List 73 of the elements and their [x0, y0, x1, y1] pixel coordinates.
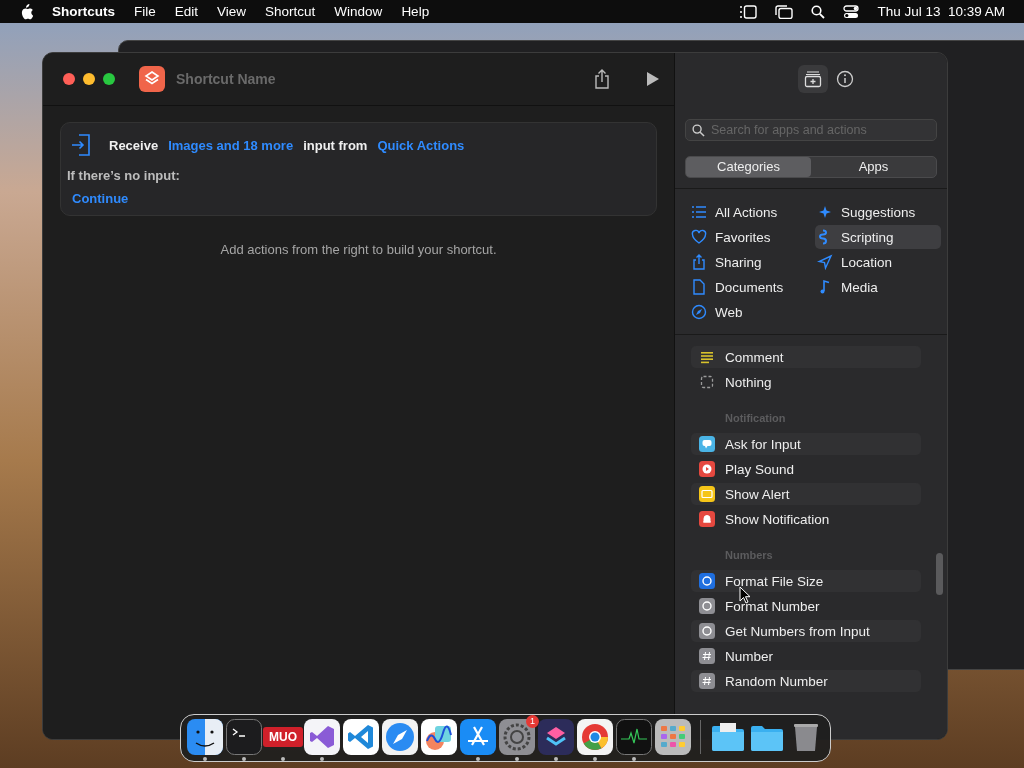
browser-icon[interactable] — [577, 719, 613, 755]
action-item[interactable]: Ask for Input — [691, 433, 921, 455]
receive-label: Receive — [109, 137, 159, 153]
minimize-button[interactable] — [83, 73, 95, 85]
infinity-logo-icon[interactable] — [304, 719, 340, 755]
play-icon[interactable] — [646, 71, 660, 87]
menu-item[interactable]: Window — [334, 4, 383, 19]
clock[interactable]: Thu Jul 13 10:39 AM — [877, 4, 1005, 19]
category-item[interactable]: Scripting — [815, 225, 941, 249]
action-item[interactable]: Nothing — [691, 371, 921, 393]
category-item[interactable]: Suggestions — [815, 200, 941, 224]
action-item[interactable]: Number — [691, 645, 921, 667]
control-center-icon[interactable] — [843, 4, 860, 19]
logo-text: MUO — [269, 731, 297, 743]
share-icon — [691, 254, 707, 270]
action-item[interactable]: Show Alert — [691, 483, 921, 505]
doc-icon — [691, 279, 707, 295]
no-input-label: If there’s no input: — [67, 168, 181, 183]
menu-item[interactable]: Shortcut — [265, 4, 316, 19]
layers-icon[interactable] — [538, 719, 574, 755]
terminal-icon[interactable] — [226, 719, 262, 755]
heart-icon — [691, 229, 707, 245]
compass-icon — [691, 304, 707, 320]
letter-a-icon[interactable] — [460, 719, 496, 755]
windows-icon[interactable] — [775, 4, 794, 19]
info-icon[interactable] — [836, 70, 854, 88]
menu-item[interactable]: Edit — [174, 4, 199, 19]
action-item[interactable]: Get Numbers from Input — [691, 620, 921, 642]
segment-tab[interactable]: Categories — [686, 157, 811, 177]
input-from-label: input from — [303, 137, 368, 153]
mouse-pointer-icon — [739, 586, 751, 604]
scrollbar-thumb[interactable] — [936, 553, 943, 595]
segment-tab[interactable]: Apps — [811, 157, 936, 177]
menu-item[interactable]: View — [217, 4, 247, 19]
menu-item[interactable]: Help — [401, 4, 430, 19]
action-item[interactable]: Play Sound — [691, 458, 921, 480]
action-item[interactable]: Show Notification — [691, 508, 921, 530]
action-item[interactable]: Format Number — [691, 595, 921, 617]
app-grid-icon[interactable] — [655, 719, 691, 755]
search-icon — [692, 123, 705, 137]
category-item[interactable]: Documents — [689, 275, 815, 299]
code-editor-icon[interactable] — [343, 719, 379, 755]
share-icon[interactable] — [594, 69, 610, 89]
add-library-icon[interactable] — [798, 65, 828, 93]
continue-link[interactable]: Continue — [72, 191, 129, 206]
list-icon — [691, 204, 707, 220]
action-item[interactable]: Format File Size — [691, 570, 921, 592]
category-item[interactable]: All Actions — [689, 200, 815, 224]
category-item[interactable]: Location — [815, 250, 941, 274]
compass-icon[interactable] — [382, 719, 418, 755]
category-item[interactable]: Web — [689, 300, 815, 324]
location-icon — [817, 254, 833, 270]
gear-icon[interactable] — [499, 719, 535, 755]
input-source-link[interactable]: Quick Actions — [377, 137, 465, 153]
close-button[interactable] — [63, 73, 75, 85]
apple-logo-icon[interactable] — [19, 3, 33, 20]
app-menu[interactable]: Shortcuts — [52, 4, 115, 19]
action-item[interactable]: Random Number — [691, 670, 921, 692]
input-types-link[interactable]: Images and 18 more — [168, 137, 294, 153]
empty-hint: Add actions from the right to build your shortcut. — [219, 242, 498, 257]
category-item[interactable]: Media — [815, 275, 941, 299]
menu-item[interactable]: File — [134, 4, 156, 19]
smiling-face-icon[interactable] — [187, 719, 223, 755]
pulse-monitor-icon[interactable] — [616, 719, 652, 755]
sidebar-icon[interactable] — [739, 4, 758, 19]
search-icon[interactable] — [811, 4, 826, 19]
category-item[interactable]: Favorites — [689, 225, 815, 249]
drawing-board-icon[interactable] — [421, 719, 457, 755]
layers-icon — [139, 66, 165, 92]
receive-icon — [71, 134, 91, 156]
action-item[interactable]: Comment — [691, 346, 921, 368]
zoom-button[interactable] — [103, 73, 115, 85]
category-item[interactable]: Sharing — [689, 250, 815, 274]
